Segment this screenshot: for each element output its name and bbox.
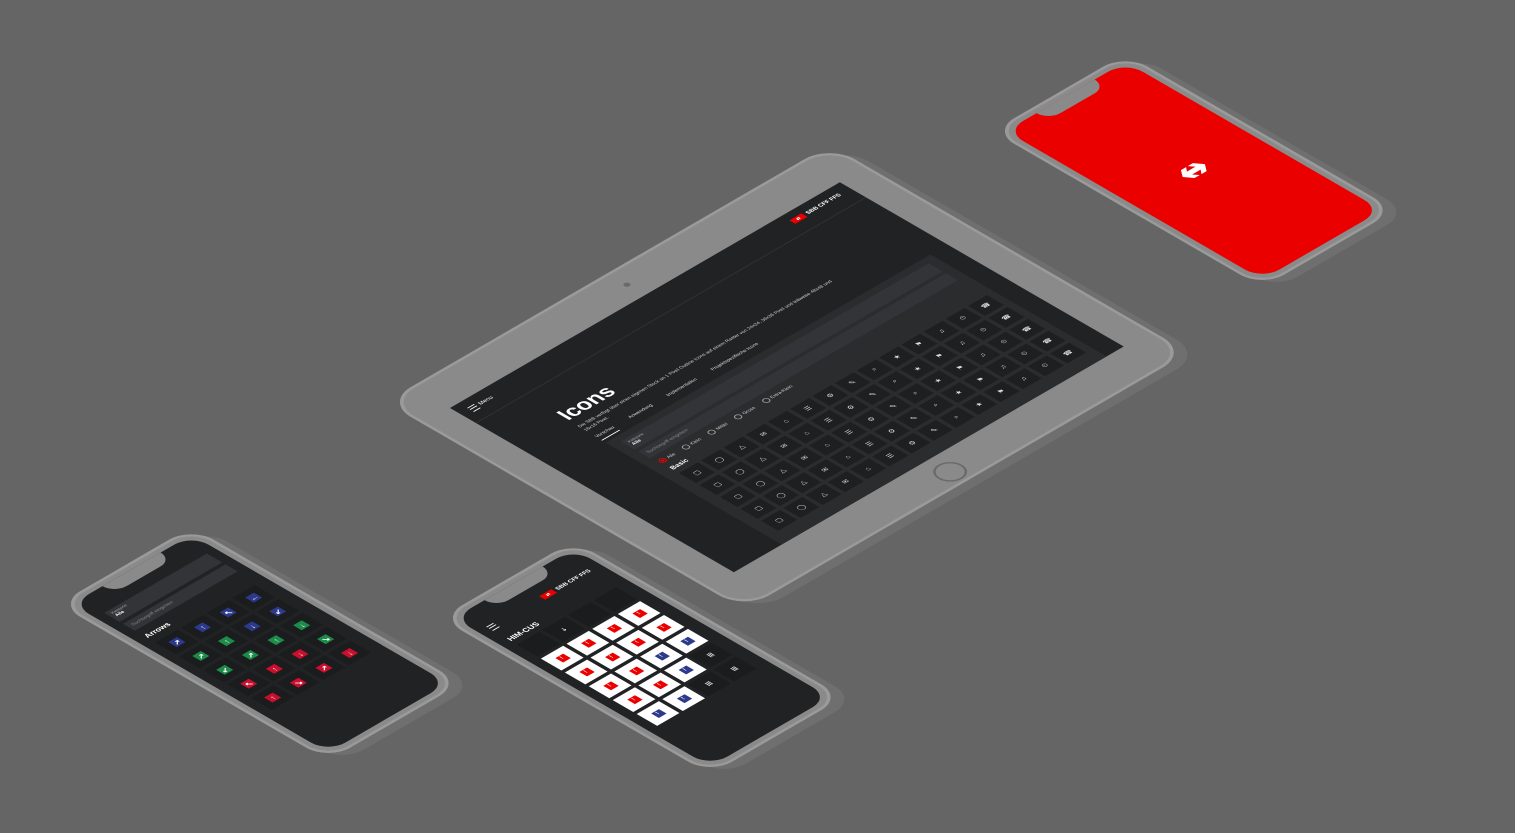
him-icon: ! — [580, 638, 596, 648]
hamburger-icon — [486, 622, 500, 631]
arrow-icon: ↑ — [217, 636, 235, 647]
arrow-icon: ↗ — [315, 662, 333, 673]
arrow-icon: ↑ — [264, 692, 282, 703]
sbb-flag-icon: ⇄ — [539, 589, 558, 600]
him-icon: ⇣ — [559, 626, 570, 633]
him-icon: ! — [604, 652, 620, 662]
him-icon: ! — [650, 709, 666, 718]
him-icon: ! — [578, 667, 594, 677]
him-icon: ||| — [706, 652, 716, 658]
brand-name: SBB CFF FFS — [554, 568, 593, 592]
arrow-icon: ↓ — [341, 648, 359, 658]
arrow-icon: ↖ — [240, 678, 258, 689]
him-icon: ! — [602, 681, 618, 691]
arrow-icon: ↓ — [243, 621, 261, 632]
him-icon: ! — [653, 651, 670, 661]
him-icon — [607, 595, 624, 605]
him-icon: ! — [652, 680, 668, 690]
arrow-icon: ↗ — [192, 651, 210, 661]
stage: Menu ⇄ SBB CFF FFS Icons Die SBB verfügt… — [0, 0, 1515, 833]
him-icon — [581, 610, 598, 620]
arrow-icon: ↘ — [317, 634, 335, 645]
him-icon: ! — [675, 694, 692, 704]
him-icon: ! — [626, 695, 642, 705]
arrow-icon-grid: ↗ ↑ ↖ ← ↗ ↑ ↓ ↙ ↙ ↗ ↑ ↓ ↖ ↑ ↓ ↘ ↑ ↘ ↗ ↓ — [155, 585, 371, 710]
him-icon: ! — [655, 622, 671, 632]
him-icon: ||| — [704, 681, 715, 687]
menu-button[interactable] — [486, 622, 500, 631]
arrow-icon: ↙ — [216, 664, 234, 675]
arrow-icon: ← — [245, 592, 263, 603]
him-icon: ! — [605, 623, 622, 633]
arrow-icon: ↗ — [241, 650, 259, 660]
him-icon: ! — [554, 653, 570, 663]
sbb-logo-icon — [1180, 163, 1207, 179]
him-icon: ! — [631, 609, 647, 618]
arrow-icon: ↑ — [265, 663, 283, 674]
hamburger-icon — [467, 403, 481, 412]
radio-alle[interactable]: Alle — [656, 452, 678, 464]
him-icon: ! — [679, 636, 695, 646]
him-icon: ! — [628, 666, 644, 676]
him-icon-grid: ⇣!!!!!!!!!!!!!!! |||!! ||| ||| — [516, 587, 757, 726]
arrow-icon: ↓ — [291, 649, 309, 659]
sbb-flag-icon: ⇄ — [789, 213, 808, 224]
camera-icon — [621, 281, 633, 288]
arrow-icon: ↑ — [267, 635, 285, 646]
home-button[interactable] — [926, 457, 975, 486]
tablet-screen: Menu ⇄ SBB CFF FFS Icons Die SBB verfügt… — [449, 182, 1124, 573]
arrow-icon: ↓ — [293, 620, 311, 631]
menu-button[interactable]: Menu — [467, 395, 496, 412]
arrow-icon: ↑ — [193, 622, 212, 633]
arrow-icon: ↗ — [168, 637, 186, 648]
him-icon: ||| — [730, 666, 740, 672]
menu-label: Menu — [477, 395, 496, 406]
him-icon: ! — [677, 665, 694, 675]
arrow-icon: ↙ — [269, 606, 287, 617]
him-icon — [530, 639, 547, 649]
arrow-icon: ↖ — [219, 607, 237, 618]
him-icon: ! — [629, 637, 646, 647]
arrow-icon: ↘ — [289, 677, 307, 688]
